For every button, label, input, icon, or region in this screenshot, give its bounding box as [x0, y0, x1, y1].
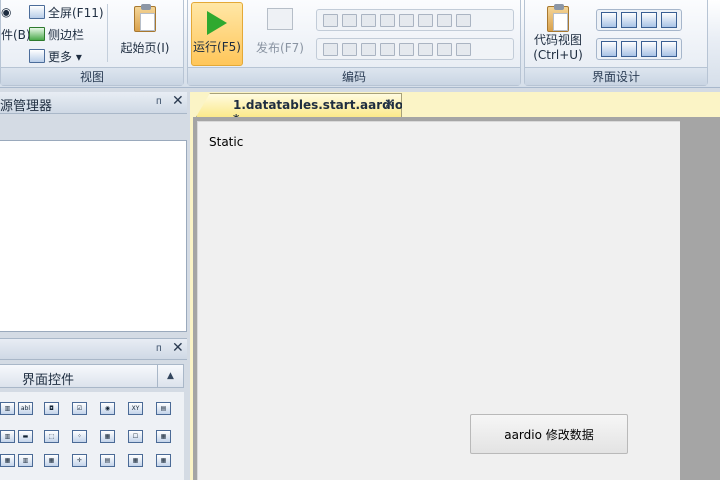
list-icon[interactable] — [437, 13, 452, 27]
pin-icon[interactable]: ᴨ — [156, 343, 162, 354]
control-palette-item[interactable]: ◘ — [44, 402, 59, 415]
code-view-button[interactable]: 代码视图 (Ctrl+U) — [527, 2, 589, 66]
control-palette-item[interactable]: ▤ — [156, 402, 171, 415]
control-palette-item[interactable]: ▥ — [0, 402, 15, 415]
controls-grid: ▥ abl ◘ ☑ ◉ XY ▤ ▥ ▬ ⬚ ⁘ ▦ ☐ ▦ ▦ ▥ ▦ ✛ ▤ ▦ ▦ — [0, 392, 184, 480]
edit-toolbar-row-2 — [316, 38, 514, 60]
pin-icon[interactable]: ᴨ — [156, 96, 162, 107]
control-palette-item[interactable]: ▦ — [44, 454, 59, 467]
copy-icon[interactable] — [342, 13, 357, 27]
control-palette-item[interactable]: ▦ — [100, 430, 115, 443]
pin-down-icon[interactable] — [641, 41, 657, 57]
view-partial-top[interactable]: ◉ — [1, 2, 11, 22]
edit-toolbar-box-1 — [316, 9, 514, 31]
control-palette-item[interactable]: ☐ — [128, 430, 143, 443]
uncomment-icon[interactable] — [342, 42, 357, 56]
find-icon[interactable] — [380, 13, 395, 27]
sidebar-button[interactable]: 侧边栏 — [29, 24, 84, 44]
separator — [107, 4, 108, 62]
center-icon[interactable] — [621, 12, 637, 28]
resource-panel-title: 源管理器 — [0, 99, 53, 114]
frame-icon[interactable] — [601, 41, 617, 57]
close-icon[interactable]: ✕ — [172, 340, 184, 356]
layer-icon[interactable] — [661, 12, 677, 28]
replace-icon[interactable] — [456, 42, 471, 56]
static-label-control[interactable]: Static — [209, 135, 243, 149]
control-palette-item[interactable]: ▦ — [128, 454, 143, 467]
align-icon[interactable] — [601, 12, 617, 28]
code-view-icon — [547, 4, 569, 32]
controls-panel-header-label: 界面控件 — [22, 373, 75, 388]
control-palette-item[interactable]: ⁘ — [72, 430, 87, 443]
edit-toolbar-row-1 — [316, 9, 514, 31]
control-palette-item[interactable]: ▬ — [18, 430, 33, 443]
run-button[interactable]: 运行(F5) — [191, 2, 243, 66]
more-button[interactable]: 更多 ▾ — [29, 46, 82, 66]
play-icon — [207, 11, 227, 35]
scroll-up-icon[interactable]: ▲ — [157, 365, 183, 387]
control-palette-item[interactable]: ☑ — [72, 402, 87, 415]
pin-up-icon[interactable] — [661, 41, 677, 57]
control-palette-item[interactable]: ▦ — [156, 454, 171, 467]
controls-panel-titlebar: ᴨ ✕ — [0, 338, 187, 360]
format-icon[interactable] — [456, 13, 471, 27]
sidebar-icon — [29, 27, 45, 41]
ribbon-group-label-code: 编码 — [188, 67, 520, 85]
control-palette-item[interactable]: ⬚ — [44, 430, 59, 443]
controls-panel-header[interactable]: 界面控件 ▲ — [0, 364, 184, 388]
bookmark-icon[interactable] — [361, 42, 376, 56]
control-palette-item[interactable]: abl — [18, 402, 33, 415]
comment-icon[interactable] — [323, 42, 338, 56]
more-icon — [29, 49, 45, 63]
ribbon: ◉ 件(B) 全屏(F11) 侧边栏 更多 ▾ 起始页(I) 视图 运行(F5) — [0, 0, 720, 88]
view-partial-mid[interactable]: 件(B) — [1, 24, 31, 44]
resource-panel-titlebar: 源管理器 ᴨ ✕ — [0, 92, 187, 114]
form-button-control[interactable]: aardio 修改数据 — [470, 414, 628, 454]
ribbon-group-label-view: 视图 — [1, 67, 183, 85]
close-icon[interactable]: ✕ — [172, 93, 184, 109]
redo-icon[interactable] — [418, 42, 433, 56]
outdent-icon[interactable] — [418, 13, 433, 27]
document-tab[interactable]: 1.datatables.start.aardio * ✕ — [196, 93, 402, 117]
fullscreen-icon — [29, 5, 45, 19]
control-palette-item[interactable]: ▥ — [18, 454, 33, 467]
ui-toolbar-row-1 — [596, 9, 682, 31]
ui-toolbar-row-2 — [596, 38, 682, 60]
publish-icon — [267, 8, 293, 30]
start-page-button[interactable]: 起始页(I) — [113, 2, 177, 66]
resource-tree[interactable] — [0, 140, 187, 332]
control-palette-item[interactable]: ✛ — [72, 454, 87, 467]
start-page-icon — [134, 4, 156, 32]
edit-toolbar-box-2 — [316, 38, 514, 60]
ribbon-group-view: ◉ 件(B) 全屏(F11) 侧边栏 更多 ▾ 起始页(I) 视图 — [0, 0, 184, 86]
control-palette-item[interactable]: ▥ — [0, 430, 15, 443]
ribbon-group-label-ui: 界面设计 — [525, 67, 707, 85]
paste-icon[interactable] — [361, 13, 376, 27]
control-palette-item[interactable]: ▦ — [0, 454, 15, 467]
grid-icon[interactable] — [621, 41, 637, 57]
control-palette-item[interactable]: ◉ — [100, 402, 115, 415]
window-icon[interactable] — [641, 12, 657, 28]
control-palette-item[interactable]: XY — [128, 402, 143, 415]
publish-button[interactable]: 发布(F7) — [250, 2, 310, 66]
indent-icon[interactable] — [399, 13, 414, 27]
search-icon[interactable] — [380, 42, 395, 56]
binoculars-icon[interactable] — [437, 42, 452, 56]
undo-icon[interactable] — [399, 42, 414, 56]
cut-icon[interactable] — [323, 13, 338, 27]
control-palette-item[interactable]: ▤ — [100, 454, 115, 467]
fullscreen-button[interactable]: 全屏(F11) — [29, 2, 104, 22]
control-palette-item[interactable]: ▦ — [156, 430, 171, 443]
tab-close-icon[interactable]: ✕ — [384, 97, 395, 112]
